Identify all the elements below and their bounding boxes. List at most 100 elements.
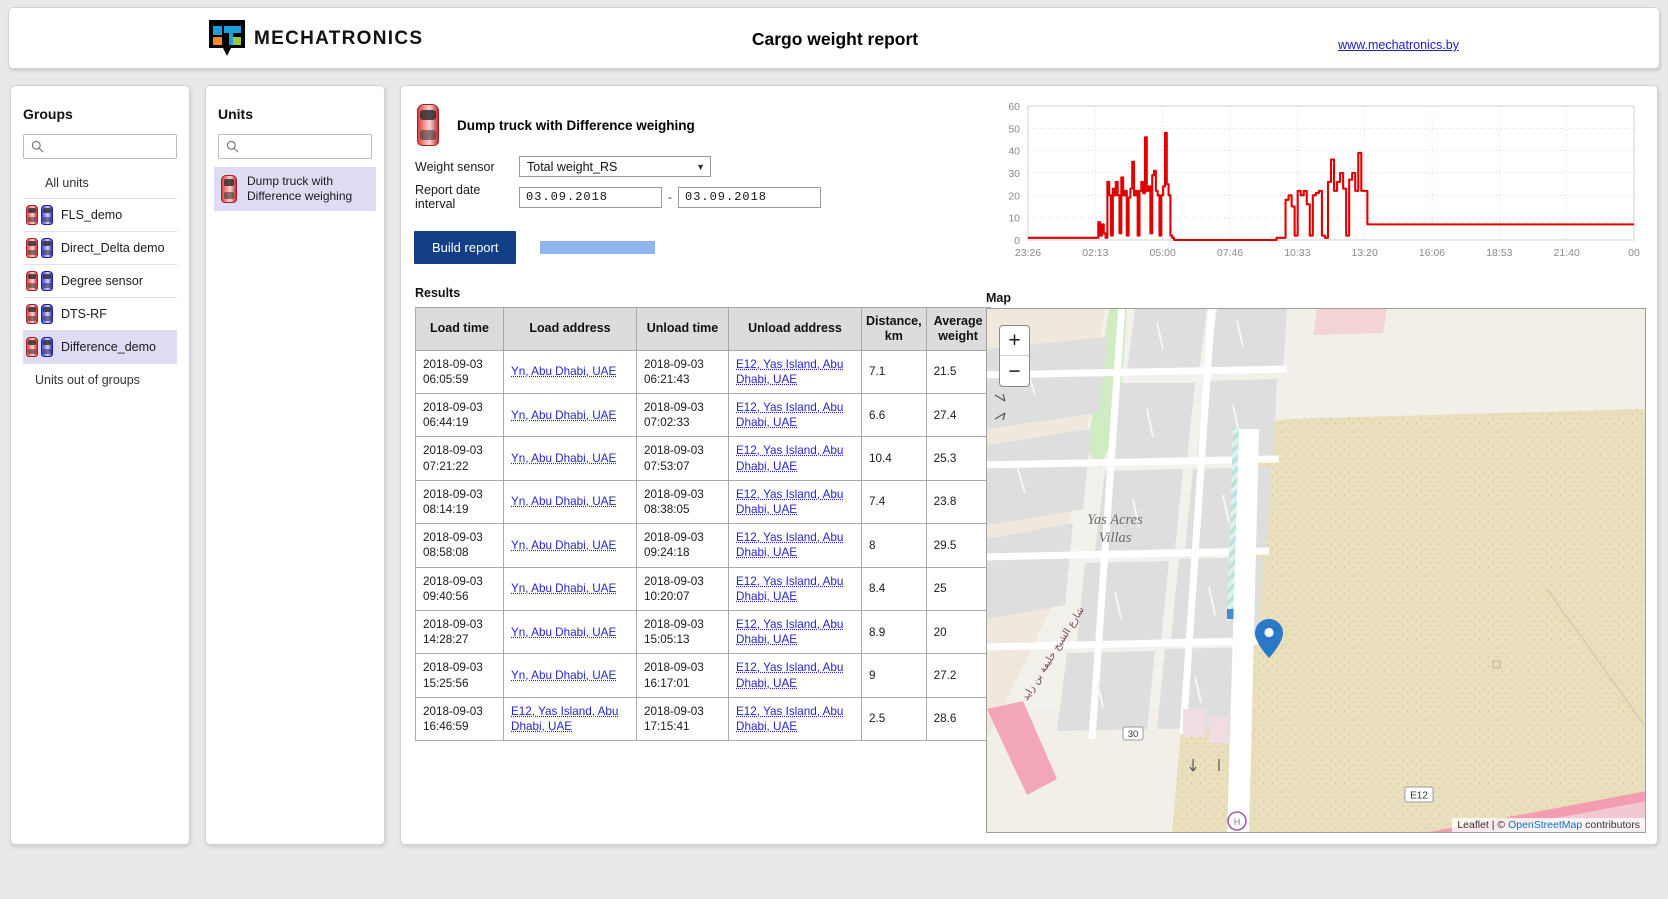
attribution-suffix: contributors: [1582, 819, 1640, 831]
map-container[interactable]: H Yas Acres Villas شارع الشيخ خليفة بن ز…: [986, 308, 1646, 833]
search-icon: [31, 140, 44, 153]
app-header: MECHATRONICS Cargo weight report www.mec…: [8, 7, 1660, 69]
date-from-input[interactable]: 03.09.2018: [519, 187, 662, 208]
map-zoom-in-button[interactable]: +: [1000, 326, 1029, 356]
date-to-input[interactable]: 03.09.2018: [678, 187, 821, 208]
groups-units-out-of-groups-item[interactable]: Units out of groups: [23, 364, 177, 395]
table-row: 2018-09-03 09:40:56 Yn, Abu Dhabi, UAE 2…: [416, 567, 991, 610]
svg-text:05:00: 05:00: [1150, 247, 1176, 259]
group-item-label: FLS_demo: [61, 208, 122, 222]
load-address-link[interactable]: Yn, Abu Dhabi, UAE: [511, 626, 616, 639]
cell-distance: 2.5: [862, 697, 927, 740]
weight-sensor-value: Total weight_RS: [527, 160, 617, 174]
vehicle-icon: [415, 104, 441, 146]
map-zoom-out-button[interactable]: −: [1000, 356, 1029, 386]
cell-average-weight: 20: [926, 610, 990, 653]
cell-distance: 7.1: [862, 350, 927, 393]
group-item-0[interactable]: FLS_demo: [23, 199, 177, 232]
unload-address-link[interactable]: E12, Yas Island, Abu Dhabi, UAE: [736, 488, 843, 516]
load-address-link[interactable]: Yn, Abu Dhabi, UAE: [511, 669, 616, 682]
units-panel: Units Dump truck with Difference weighin…: [205, 85, 385, 845]
site-link[interactable]: www.mechatronics.by: [1338, 38, 1459, 52]
load-address-link[interactable]: E12, Yas Island, Abu Dhabi, UAE: [511, 705, 618, 733]
unload-address-link[interactable]: E12, Yas Island, Abu Dhabi, UAE: [736, 444, 843, 472]
groups-search-box[interactable]: [23, 134, 177, 159]
cell-unload-address: E12, Yas Island, Abu Dhabi, UAE: [729, 610, 862, 653]
cell-distance: 8.9: [862, 610, 927, 653]
units-search-box[interactable]: [218, 134, 372, 159]
svg-text:16:06: 16:06: [1419, 247, 1445, 259]
load-address-link[interactable]: Yn, Abu Dhabi, UAE: [511, 452, 616, 465]
svg-text:23:26: 23:26: [1015, 247, 1041, 259]
units-panel-title: Units: [206, 86, 384, 122]
svg-text:10:33: 10:33: [1284, 247, 1310, 259]
groups-search-input[interactable]: [44, 139, 174, 155]
cell-unload-time: 2018-09-03 09:24:18: [637, 524, 729, 567]
group-item-1[interactable]: Direct_Delta demo: [23, 232, 177, 265]
unload-address-link[interactable]: E12, Yas Island, Abu Dhabi, UAE: [736, 531, 843, 559]
cell-unload-address: E12, Yas Island, Abu Dhabi, UAE: [729, 480, 862, 523]
load-address-link[interactable]: Yn, Abu Dhabi, UAE: [511, 539, 616, 552]
group-item-label: Direct_Delta demo: [61, 241, 165, 255]
group-item-3[interactable]: DTS-RF: [23, 298, 177, 331]
weight-sensor-label: Weight sensor: [415, 160, 519, 174]
load-address-link[interactable]: Yn, Abu Dhabi, UAE: [511, 495, 616, 508]
cell-load-time: 2018-09-03 06:44:19: [416, 393, 504, 436]
unload-address-link[interactable]: E12, Yas Island, Abu Dhabi, UAE: [736, 661, 843, 689]
cell-average-weight: 28.6: [926, 697, 990, 740]
cell-unload-time: 2018-09-03 15:05:13: [637, 610, 729, 653]
unload-address-link[interactable]: E12, Yas Island, Abu Dhabi, UAE: [736, 401, 843, 429]
brand-logo: MECHATRONICS: [209, 20, 423, 58]
cell-average-weight: 29.5: [926, 524, 990, 567]
weight-sensor-select[interactable]: Total weight_RS ▼: [519, 156, 711, 177]
group-item-label: DTS-RF: [61, 307, 107, 321]
cell-load-time: 2018-09-03 08:58:08: [416, 524, 504, 567]
group-item-2[interactable]: Degree sensor: [23, 265, 177, 298]
date-range-separator: -: [662, 190, 678, 204]
unload-address-link[interactable]: E12, Yas Island, Abu Dhabi, UAE: [736, 358, 843, 386]
cell-load-address: E12, Yas Island, Abu Dhabi, UAE: [504, 697, 637, 740]
load-address-link[interactable]: Yn, Abu Dhabi, UAE: [511, 365, 616, 378]
table-row: 2018-09-03 15:25:56 Yn, Abu Dhabi, UAE 2…: [416, 654, 991, 697]
table-row: 2018-09-03 07:21:22 Yn, Abu Dhabi, UAE 2…: [416, 437, 991, 480]
cell-average-weight: 27.4: [926, 393, 990, 436]
brand-name: MECHATRONICS: [254, 28, 423, 50]
map-place-label-line1: Yas Acres: [1087, 512, 1143, 528]
cell-load-time: 2018-09-03 14:28:27: [416, 610, 504, 653]
table-row: 2018-09-03 16:46:59 E12, Yas Island, Abu…: [416, 697, 991, 740]
group-vehicles-icon: [25, 271, 54, 291]
results-table-body: 2018-09-03 06:05:59 Yn, Abu Dhabi, UAE 2…: [416, 350, 991, 741]
cell-unload-time: 2018-09-03 08:38:05: [637, 480, 729, 523]
group-item-4[interactable]: Difference_demo: [23, 331, 177, 364]
load-address-link[interactable]: Yn, Abu Dhabi, UAE: [511, 409, 616, 422]
cell-unload-time: 2018-09-03 17:15:41: [637, 697, 729, 740]
cell-distance: 8.4: [862, 567, 927, 610]
app-root: MECHATRONICS Cargo weight report www.mec…: [0, 0, 1668, 899]
svg-text:21:40: 21:40: [1554, 247, 1580, 259]
unload-address-link[interactable]: E12, Yas Island, Abu Dhabi, UAE: [736, 705, 843, 733]
cell-unload-address: E12, Yas Island, Abu Dhabi, UAE: [729, 437, 862, 480]
cell-distance: 9: [862, 654, 927, 697]
groups-all-units-item[interactable]: All units: [23, 167, 177, 199]
unload-address-link[interactable]: E12, Yas Island, Abu Dhabi, UAE: [736, 575, 843, 603]
cell-load-address: Yn, Abu Dhabi, UAE: [504, 610, 637, 653]
selected-unit-name: Dump truck with Difference weighing: [457, 118, 695, 133]
cell-unload-time: 2018-09-03 16:17:01: [637, 654, 729, 697]
unload-address-link[interactable]: E12, Yas Island, Abu Dhabi, UAE: [736, 618, 843, 646]
cell-load-address: Yn, Abu Dhabi, UAE: [504, 524, 637, 567]
cell-distance: 10.4: [862, 437, 927, 480]
cell-unload-address: E12, Yas Island, Abu Dhabi, UAE: [729, 567, 862, 610]
unit-item-0[interactable]: Dump truck with Difference weighing: [214, 167, 376, 211]
load-address-link[interactable]: Yn, Abu Dhabi, UAE: [511, 582, 616, 595]
table-row: 2018-09-03 06:05:59 Yn, Abu Dhabi, UAE 2…: [416, 350, 991, 393]
openstreetmap-link[interactable]: OpenStreetMap: [1508, 819, 1582, 831]
progress-bar: [540, 241, 655, 254]
cell-load-time: 2018-09-03 09:40:56: [416, 567, 504, 610]
units-search-input[interactable]: [239, 139, 369, 155]
map-attribution: Leaflet | © OpenStreetMap contributors: [1452, 818, 1645, 832]
build-report-button[interactable]: Build report: [414, 231, 516, 264]
col-unload-address: Unload address: [729, 308, 862, 351]
col-load-address: Load address: [504, 308, 637, 351]
map-marker-icon[interactable]: [1255, 619, 1283, 664]
cell-load-address: Yn, Abu Dhabi, UAE: [504, 350, 637, 393]
